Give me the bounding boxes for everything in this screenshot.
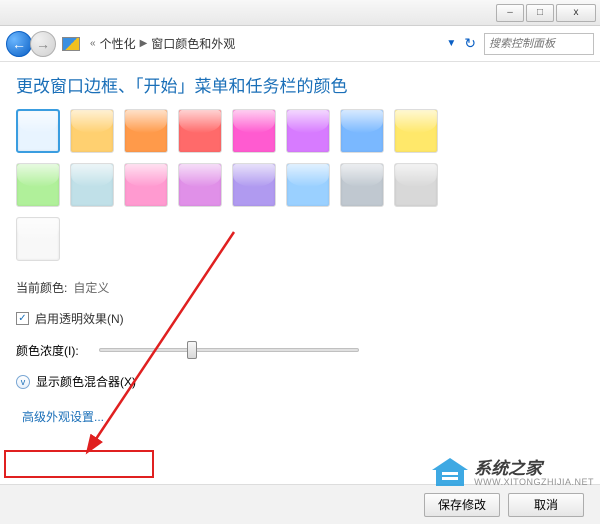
color-swatch[interactable]: [232, 163, 276, 207]
color-swatch[interactable]: [232, 109, 276, 153]
footer-bar: 保存修改 取消: [0, 484, 600, 524]
chevron-right-icon: ▶: [140, 38, 148, 49]
color-swatch[interactable]: [340, 109, 384, 153]
color-swatch[interactable]: [70, 163, 114, 207]
color-swatch[interactable]: [16, 109, 60, 153]
chevron-down-icon[interactable]: ▼: [446, 38, 456, 49]
breadcrumb-item[interactable]: 个性化: [100, 35, 136, 52]
content-area: 更改窗口边框、「开始」菜单和任务栏的颜色 当前颜色: 自定义 ✓ 启用透明效果(…: [0, 62, 600, 484]
window-titlebar: – □ x: [0, 0, 600, 26]
current-color-value: 自定义: [73, 279, 109, 296]
chevron-right-icon: «: [90, 38, 96, 49]
page-title: 更改窗口边框、「开始」菜单和任务栏的颜色: [16, 72, 584, 97]
breadcrumb-item[interactable]: 窗口颜色和外观: [151, 35, 235, 52]
slider-thumb[interactable]: [187, 341, 197, 359]
color-swatch[interactable]: [124, 109, 168, 153]
color-swatch[interactable]: [178, 109, 222, 153]
color-swatch[interactable]: [124, 163, 168, 207]
slider-track: [99, 348, 359, 352]
color-swatch[interactable]: [16, 163, 60, 207]
color-swatch-grid: [16, 109, 456, 261]
color-swatch[interactable]: [16, 217, 60, 261]
chevron-down-icon: v: [16, 375, 30, 389]
intensity-slider[interactable]: [99, 341, 359, 359]
transparency-checkbox[interactable]: ✓: [16, 312, 29, 325]
forward-button[interactable]: →: [30, 31, 56, 57]
color-swatch[interactable]: [286, 109, 330, 153]
search-input[interactable]: [484, 33, 594, 55]
breadcrumb[interactable]: « 个性化 ▶ 窗口颜色和外观: [86, 35, 235, 52]
close-button[interactable]: x: [556, 4, 596, 22]
cancel-button[interactable]: 取消: [508, 493, 584, 517]
current-color-label: 当前颜色:: [16, 279, 67, 296]
transparency-row[interactable]: ✓ 启用透明效果(N): [16, 310, 584, 327]
color-mixer-expander[interactable]: v 显示颜色混合器(X): [16, 373, 584, 390]
address-bar: ← → « 个性化 ▶ 窗口颜色和外观 ▼ ↻: [0, 26, 600, 62]
refresh-icon[interactable]: ↻: [464, 35, 476, 52]
intensity-row: 颜色浓度(I):: [16, 341, 584, 359]
color-swatch[interactable]: [340, 163, 384, 207]
annotation-highlight-box: [4, 450, 154, 478]
transparency-label: 启用透明效果(N): [35, 310, 124, 327]
save-button[interactable]: 保存修改: [424, 493, 500, 517]
color-swatch[interactable]: [286, 163, 330, 207]
maximize-button[interactable]: □: [526, 4, 554, 22]
control-panel-icon: [62, 37, 80, 51]
intensity-label: 颜色浓度(I):: [16, 342, 79, 359]
current-color-row: 当前颜色: 自定义: [16, 279, 584, 296]
color-swatch[interactable]: [394, 163, 438, 207]
advanced-appearance-link[interactable]: 高级外观设置...: [16, 404, 110, 429]
minimize-button[interactable]: –: [496, 4, 524, 22]
color-swatch[interactable]: [178, 163, 222, 207]
color-swatch[interactable]: [394, 109, 438, 153]
color-mixer-label: 显示颜色混合器(X): [36, 373, 136, 390]
color-swatch[interactable]: [70, 109, 114, 153]
back-button[interactable]: ←: [6, 31, 32, 57]
